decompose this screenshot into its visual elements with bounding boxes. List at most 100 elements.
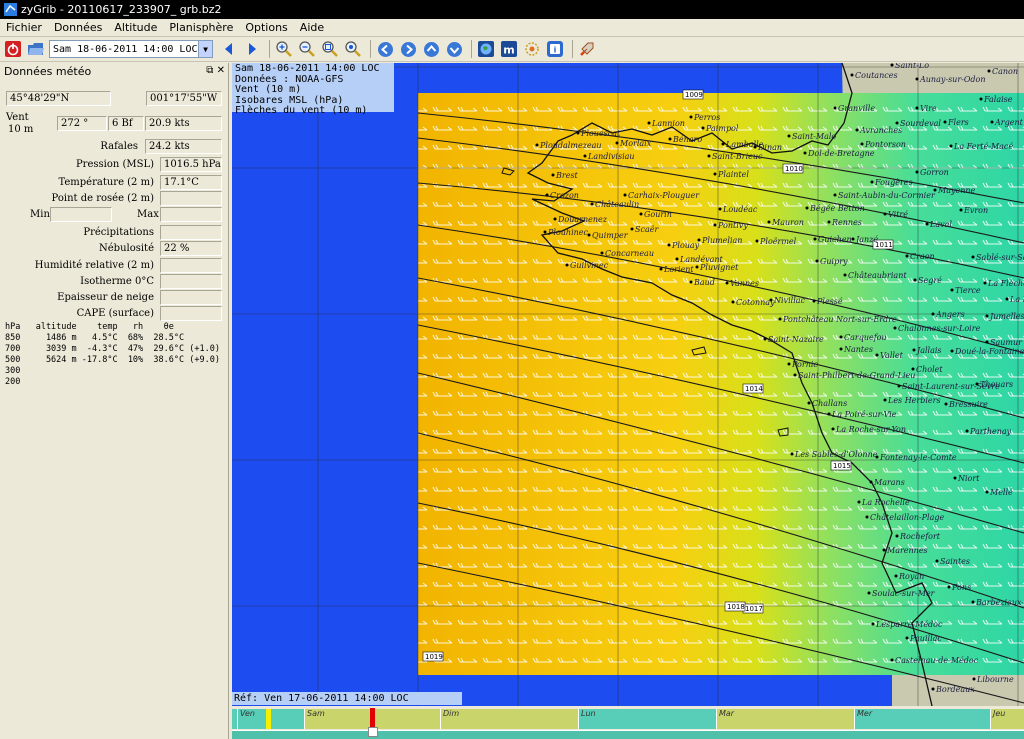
menu-options[interactable]: Options [239,21,293,34]
city-label: La Roche-sur-Yon [835,425,906,434]
menu-altitude[interactable]: Altitude [108,21,163,34]
open-file-button[interactable] [26,39,46,59]
city-label: Saumur [990,338,1023,347]
timeline-day[interactable]: Dim [440,709,578,729]
menu-donnees[interactable]: Données [48,21,108,34]
timeline-day[interactable]: Mer [854,709,990,729]
zoom-out-button[interactable] [297,39,317,59]
city-label: Saint-Lô [895,63,929,70]
city-dot [833,193,837,197]
menu-fichier[interactable]: Fichier [0,21,48,34]
city-label: Dol-de-Bretagne [807,149,875,158]
city-label: Pontorson [864,140,906,149]
city-label: Plouay [671,241,700,250]
previous-date-button[interactable] [219,39,239,59]
zoom-all-button[interactable] [343,39,363,59]
timeline-day[interactable]: Lun [578,709,716,729]
city-label: Crozon [550,191,579,200]
city-dot [883,398,887,402]
pan-left-button[interactable] [375,39,395,59]
city-dot [883,212,887,216]
timeline-handle[interactable] [368,727,378,737]
max-label: Max [137,209,159,220]
map-canvas[interactable]: 100910101011101310141015101710181019 Sai… [232,63,1024,706]
circle-arrow-left-icon [377,41,393,57]
selection-button[interactable] [522,39,542,59]
quit-button[interactable] [3,39,23,59]
city-label: Guilvinec [570,261,609,270]
city-dot [731,300,735,304]
city-label: Bénaro [672,135,702,144]
city-label: Chalonnes-sur-Loire [898,324,981,333]
zoom-in-button[interactable] [274,39,294,59]
city-dot [890,63,894,67]
city-label: Les Sables-d'Olonne [794,450,878,459]
city-dot [985,490,989,494]
city-label: Thouars [980,380,1013,389]
city-dot [615,141,619,145]
zoom-selection-button[interactable] [320,39,340,59]
city-dot [701,126,705,130]
city-dot [755,239,759,243]
city-dot [839,335,843,339]
info-button[interactable]: i [545,39,565,59]
menu-aide[interactable]: Aide [294,21,330,34]
city-label: Jumelles [988,312,1024,321]
city-label: Ploudalmezeau [539,141,602,150]
globe-button[interactable] [476,39,496,59]
close-icon[interactable]: ✕ [217,65,225,76]
city-label: Paimpol [705,124,739,133]
city-label: Nantes [843,345,873,354]
city-dot [915,170,919,174]
meteotable-button[interactable]: m [499,39,519,59]
city-label: Parthenay [969,427,1012,436]
timeline[interactable]: Ven Sam Dim Lun Mar Mer Jeu [232,706,1024,739]
zoom-all-icon [345,41,361,57]
map-info-line: Flèches du vent (10 m) [235,105,368,116]
min-label: Min [30,209,50,220]
city-dot [870,180,874,184]
city-dot [905,254,909,258]
map-info-box: Sam 18-06-2011 14:00 LOC Données : NOAA-… [232,63,394,116]
isobar-label: 1010 [785,165,803,173]
timeline-day[interactable]: Mar [716,709,854,729]
city-label: Vannes [730,279,759,288]
timeline-day[interactable]: Jeu [990,709,1024,729]
info-icon: i [547,41,563,57]
toolbar-separator [269,40,270,58]
city-label: Rennes [831,218,862,227]
menu-planisphere[interactable]: Planisphère [163,21,239,34]
zoom-selection-icon [322,41,338,57]
timeline-now-marker [266,709,271,729]
weather-map[interactable]: 100910101011101310141015101710181019 Sai… [232,63,1024,706]
city-label: Fougères [874,178,913,187]
city-label: Guichen [818,235,852,244]
city-label: Falaise [983,95,1013,104]
city-dot [882,548,886,552]
pan-up-button[interactable] [421,39,441,59]
city-label: Saint-Aubin-du-Cormier [838,191,936,200]
map-info-line: Vent (10 m) [235,84,302,95]
rocket-button[interactable] [577,39,597,59]
city-label: Saint-Malo [792,132,836,141]
city-dot [947,585,951,589]
city-dot [965,429,969,433]
toolbar-separator [370,40,371,58]
city-dot [894,574,898,578]
city-dot [915,106,919,110]
chevron-down-icon[interactable]: ▼ [198,41,212,57]
city-dot [803,151,807,155]
pan-right-button[interactable] [398,39,418,59]
date-select[interactable]: Sam 18-06-2011 14:00 LOC ▼ [49,40,213,58]
city-dot [925,222,929,226]
city-dot [707,154,711,158]
temperature-field: 17.1°C [160,175,222,190]
city-dot [869,480,873,484]
next-date-button[interactable] [242,39,262,59]
pan-down-button[interactable] [444,39,464,59]
city-label: Pluvignet [699,263,739,272]
dewpoint-label: Point de rosée (2 m) [51,193,154,204]
float-icon[interactable]: ⧉ [206,65,213,76]
wind-beaufort-field: 6 Bf [108,116,144,131]
city-label: Concarneau [605,249,654,258]
